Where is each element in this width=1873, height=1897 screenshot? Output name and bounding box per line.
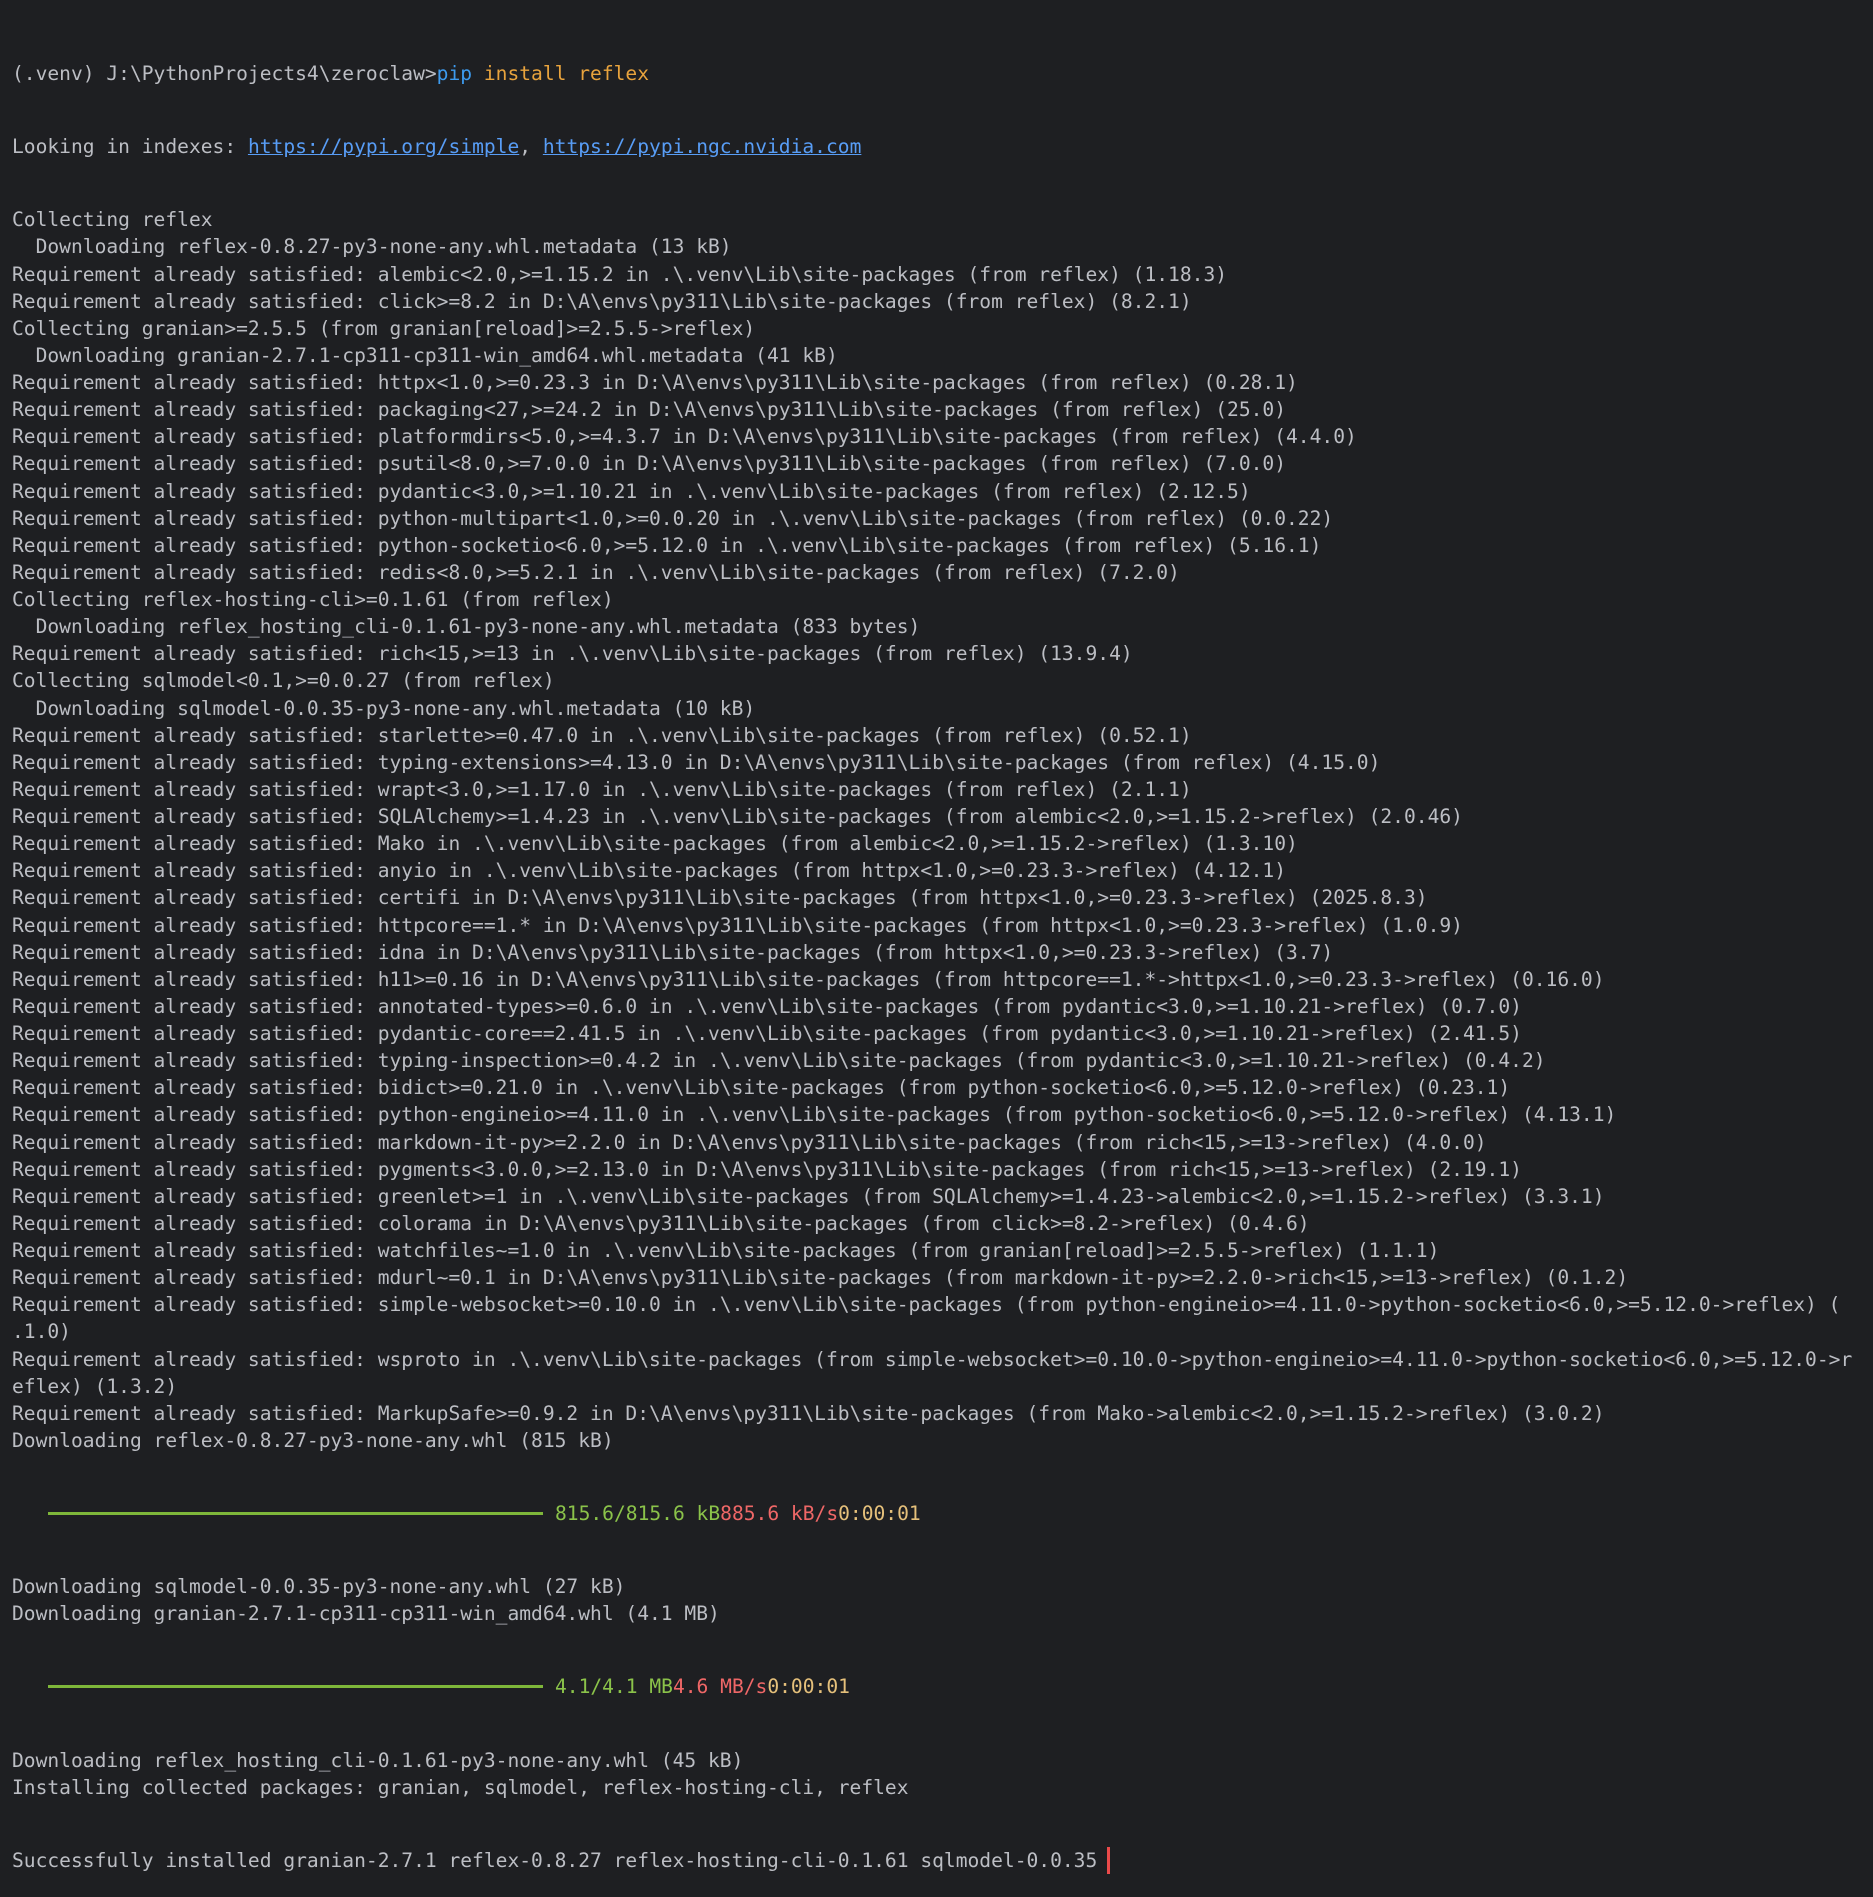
command-args: install reflex bbox=[472, 62, 650, 85]
log-line: Downloading reflex_hosting_cli-0.1.61-py… bbox=[12, 1748, 744, 1772]
command-name: pip bbox=[436, 62, 473, 85]
progress-line-reflex: 815.6/815.6 kB 885.6 kB/s 0:00:01 bbox=[12, 1500, 1867, 1527]
indexes-line: Looking in indexes: https://pypi.org/sim… bbox=[12, 133, 1867, 160]
index-link-pypi[interactable]: https://pypi.org/simple bbox=[248, 135, 519, 158]
log-line: Downloading granian-2.7.1-cp311-cp311-wi… bbox=[12, 343, 838, 367]
log-line: Installing collected packages: granian, … bbox=[12, 1775, 909, 1799]
terminal-output: (.venv) J:\PythonProjects4\zeroclaw>pip … bbox=[12, 14, 1867, 1897]
indexes-label: Looking in indexes: bbox=[12, 135, 248, 159]
progress-eta-granian: 0:00:01 bbox=[767, 1675, 850, 1699]
log-line: Requirement already satisfied: mdurl~=0.… bbox=[12, 1266, 1629, 1290]
log-line: Requirement already satisfied: certifi i… bbox=[12, 886, 1428, 910]
log-line: Downloading reflex-0.8.27-py3-none-any.w… bbox=[12, 1428, 614, 1452]
log-line: Downloading sqlmodel-0.0.35-py3-none-any… bbox=[12, 696, 756, 720]
log-line: Downloading sqlmodel-0.0.35-py3-none-any… bbox=[12, 1575, 626, 1599]
log-line: Requirement already satisfied: idna in D… bbox=[12, 940, 1334, 964]
log-line: Requirement already satisfied: greenlet>… bbox=[12, 1184, 1605, 1208]
log-line: Requirement already satisfied: platformd… bbox=[12, 425, 1357, 449]
log-line: Requirement already satisfied: alembic<2… bbox=[12, 262, 1228, 286]
log-line: Requirement already satisfied: python-mu… bbox=[12, 506, 1334, 530]
indexes-separator: , bbox=[519, 135, 543, 159]
log-line: Downloading reflex_hosting_cli-0.1.61-py… bbox=[12, 615, 921, 639]
log-line: Downloading granian-2.7.1-cp311-cp311-wi… bbox=[12, 1602, 720, 1626]
log-line: Requirement already satisfied: rich<15,>… bbox=[12, 642, 1133, 666]
log-line: Requirement already satisfied: pydantic<… bbox=[12, 479, 1251, 503]
pip-log-block-a: Collecting reflex Downloading reflex-0.8… bbox=[12, 206, 1867, 1454]
log-line: Requirement already satisfied: httpx<1.0… bbox=[12, 371, 1298, 394]
prompt-line: (.venv) J:\PythonProjects4\zeroclaw>pip … bbox=[12, 60, 1867, 87]
log-line: Requirement already satisfied: psutil<8.… bbox=[12, 452, 1287, 476]
log-line: Requirement already satisfied: click>=8.… bbox=[12, 289, 1192, 313]
log-line: Collecting reflex-hosting-cli>=0.1.61 (f… bbox=[12, 588, 614, 611]
log-line: Requirement already satisfied: typing-ex… bbox=[12, 750, 1381, 774]
log-line: Requirement already satisfied: typing-in… bbox=[12, 1049, 1546, 1073]
log-line: Collecting sqlmodel<0.1,>=0.0.27 (from r… bbox=[12, 669, 555, 693]
log-line: Requirement already satisfied: python-so… bbox=[12, 533, 1322, 557]
log-line: Requirement already satisfied: h11>=0.16… bbox=[12, 967, 1605, 991]
progress-bar-granian bbox=[48, 1685, 543, 1689]
log-line: Requirement already satisfied: Mako in .… bbox=[12, 832, 1298, 856]
log-line: Collecting granian>=2.5.5 (from granian[… bbox=[12, 316, 756, 340]
log-line: Requirement already satisfied: bidict>=0… bbox=[12, 1076, 1511, 1100]
log-line: Requirement already satisfied: pydantic-… bbox=[12, 1022, 1522, 1045]
log-line: Requirement already satisfied: starlette… bbox=[12, 723, 1192, 747]
progress-size-granian: 4.1/4.1 MB bbox=[555, 1675, 673, 1699]
progress-eta-reflex: 0:00:01 bbox=[838, 1502, 921, 1525]
log-line: Requirement already satisfied: colorama … bbox=[12, 1211, 1310, 1235]
progress-bar-reflex bbox=[48, 1512, 543, 1516]
log-line: Downloading reflex-0.8.27-py3-none-any.w… bbox=[12, 235, 732, 259]
log-line: Requirement already satisfied: wsproto i… bbox=[12, 1347, 1853, 1371]
log-line: Requirement already satisfied: redis<8.0… bbox=[12, 560, 1180, 584]
log-line: Requirement already satisfied: pygments<… bbox=[12, 1157, 1522, 1181]
log-line: .1.0) bbox=[12, 1320, 71, 1344]
log-line: Requirement already satisfied: packaging… bbox=[12, 398, 1287, 422]
progress-speed-reflex: 885.6 kB/s bbox=[720, 1502, 839, 1525]
pip-log-block-b: Downloading sqlmodel-0.0.35-py3-none-any… bbox=[12, 1573, 1867, 1627]
progress-line-granian: 4.1/4.1 MB 4.6 MB/s 0:00:01 bbox=[12, 1673, 1867, 1700]
log-line: Collecting reflex bbox=[12, 208, 213, 232]
log-line: Requirement already satisfied: SQLAlchem… bbox=[12, 805, 1463, 828]
progress-size-reflex: 815.6/815.6 kB bbox=[555, 1502, 721, 1525]
log-line: Requirement already satisfied: watchfile… bbox=[12, 1239, 1440, 1262]
index-link-nvidia[interactable]: https://pypi.ngc.nvidia.com bbox=[543, 135, 862, 158]
progress-speed-granian: 4.6 MB/s bbox=[672, 1675, 768, 1699]
log-line: Requirement already satisfied: annotated… bbox=[12, 994, 1522, 1018]
log-line: Requirement already satisfied: wrapt<3.0… bbox=[12, 777, 1192, 801]
log-line: Requirement already satisfied: MarkupSaf… bbox=[12, 1401, 1605, 1425]
prompt-path: (.venv) J:\PythonProjects4\zeroclaw> bbox=[12, 62, 437, 85]
log-line: Requirement already satisfied: markdown-… bbox=[12, 1130, 1487, 1154]
log-line: eflex) (1.3.2) bbox=[12, 1374, 178, 1398]
pip-log-block-c: Downloading reflex_hosting_cli-0.1.61-py… bbox=[12, 1747, 1867, 1801]
log-line: Requirement already satisfied: simple-we… bbox=[12, 1293, 1841, 1317]
log-line: Requirement already satisfied: python-en… bbox=[12, 1103, 1617, 1127]
success-message-highlight: Successfully installed granian-2.7.1 ref… bbox=[12, 1846, 1111, 1874]
log-line: Requirement already satisfied: anyio in … bbox=[12, 859, 1287, 883]
success-line: Successfully installed granian-2.7.1 ref… bbox=[12, 1846, 1867, 1874]
log-line: Requirement already satisfied: httpcore=… bbox=[12, 913, 1463, 937]
